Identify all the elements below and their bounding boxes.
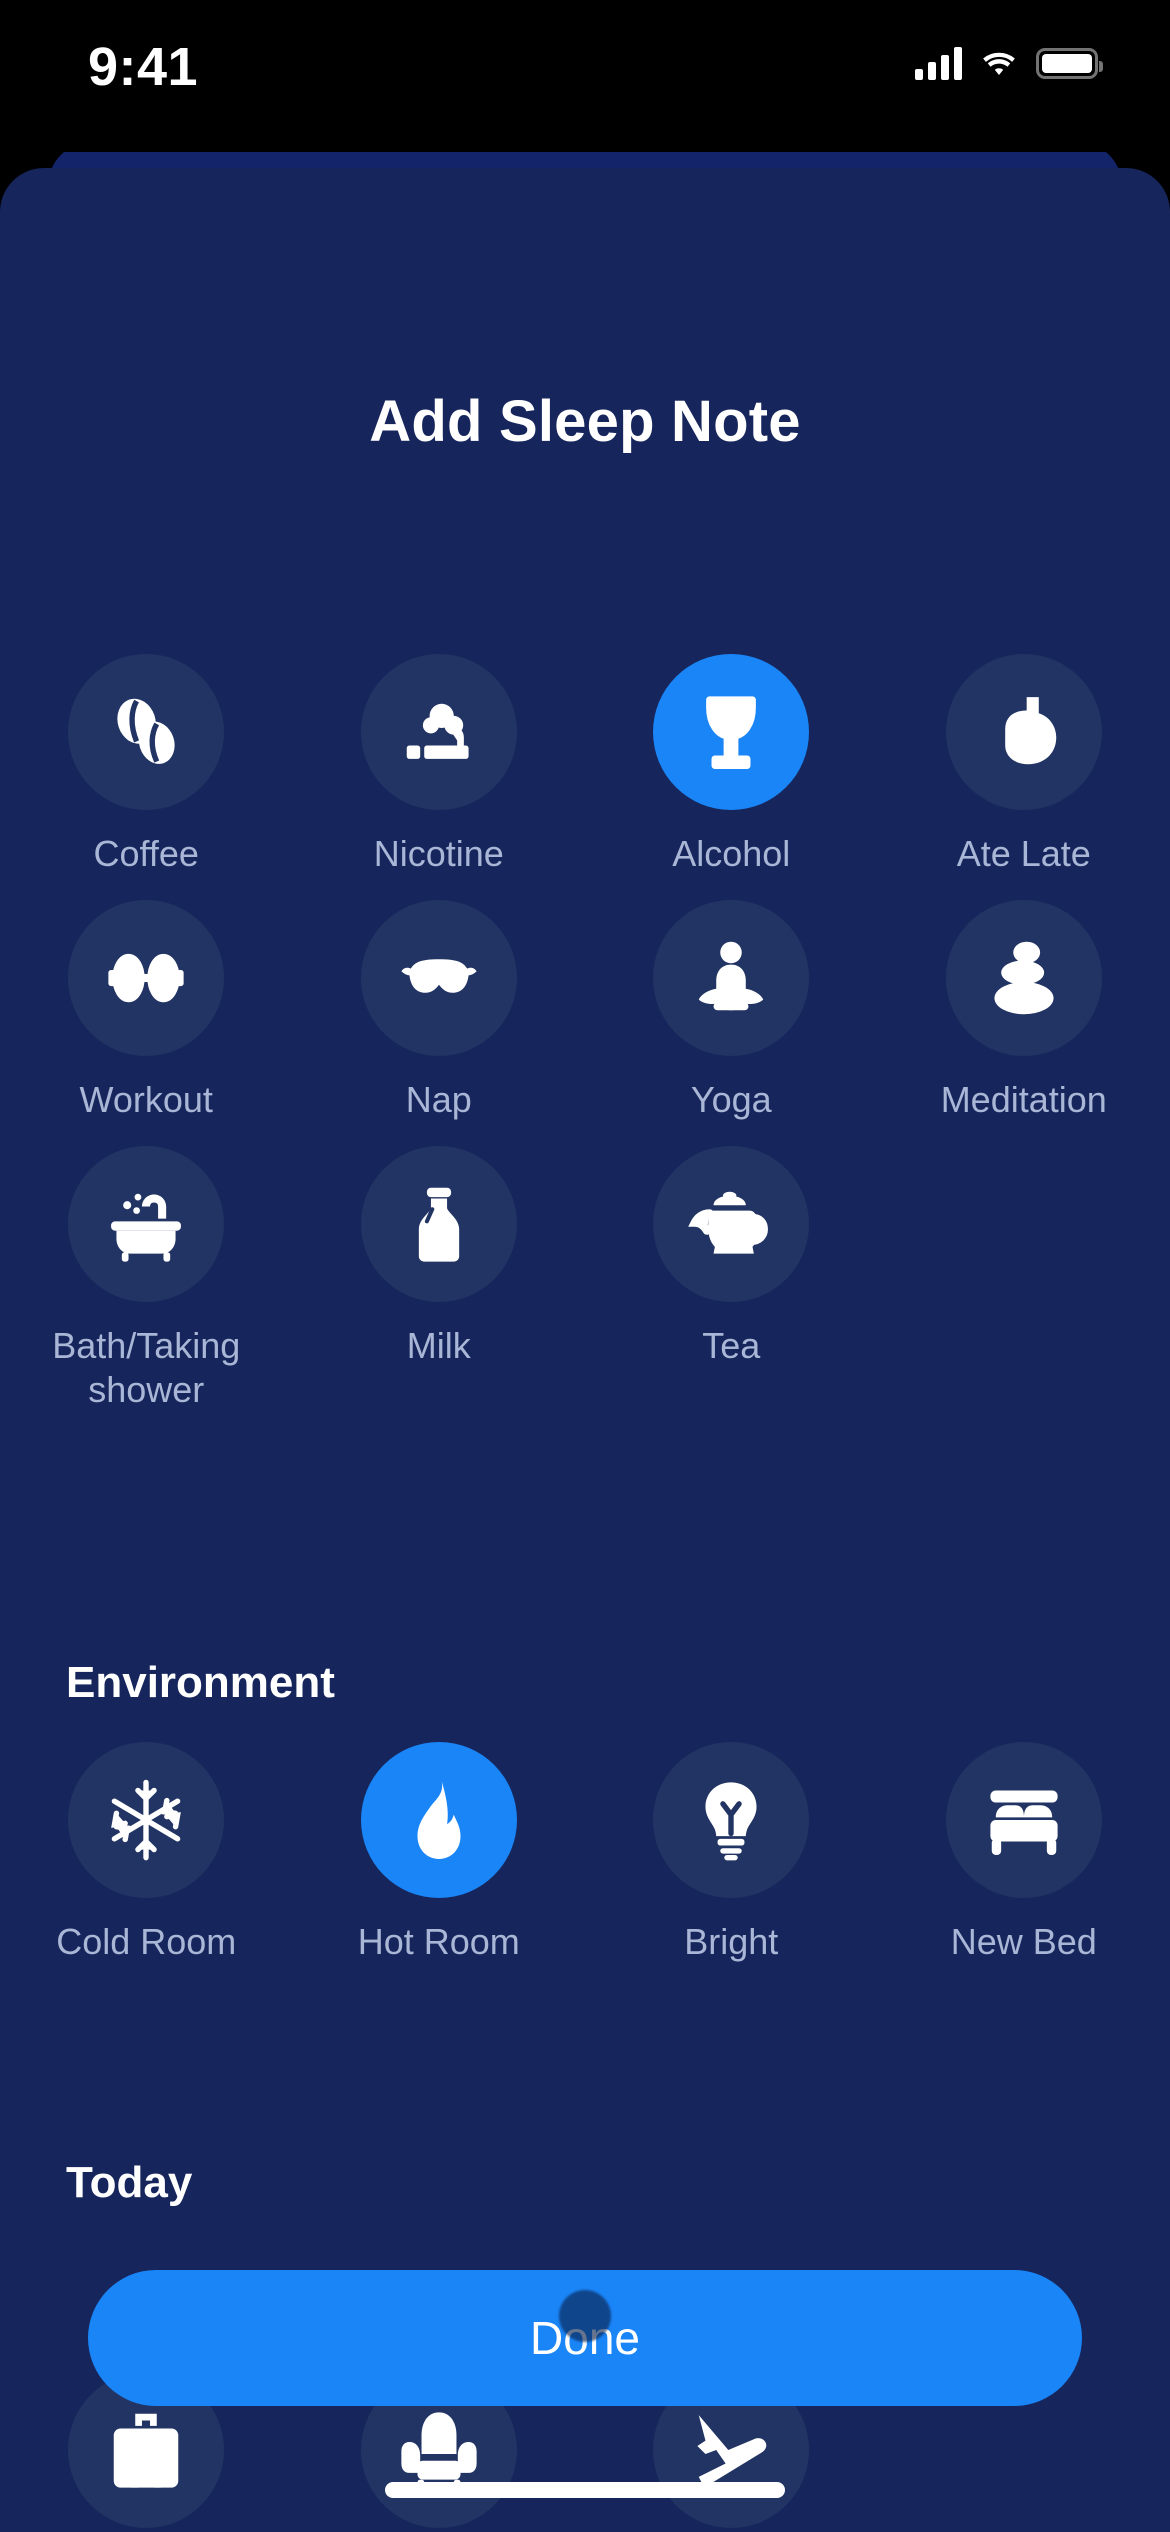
lightbulb-icon [705,1782,757,1861]
bathtub-icon [111,1193,182,1262]
environment-options-grid: Cold Room Hot Room Bright New Bed [0,1718,1170,1964]
cigarette-icon [406,703,469,759]
option-label: Nap [405,1078,472,1120]
cellular-signal-icon [915,46,962,80]
option-icon-bubble [360,1742,517,1898]
option-label: Alcohol [672,833,791,874]
airplane-icon [697,2415,767,2488]
option-milk[interactable]: Milk [293,1122,586,1412]
flame-icon [417,1781,461,1859]
suitcase-icon [114,2413,179,2488]
option-icon-bubble [653,899,810,1056]
option-nicotine[interactable]: Nicotine [293,630,586,876]
wine-glass-icon [706,696,757,769]
zen-stones-icon [994,941,1054,1015]
status-bar: 9:41 [0,0,1170,152]
option-label: Coffee [93,833,199,874]
milk-bottle-icon [418,1187,459,1262]
option-icon-bubble [653,654,810,810]
option-nap[interactable]: Nap [293,876,586,1122]
sleep-mask-icon [401,959,477,993]
option-icon-bubble [653,1742,810,1898]
option-new-bed[interactable]: New Bed [878,1718,1170,1964]
snowflake-icon [111,1779,182,1861]
option-label: Workout [79,1078,213,1120]
option-icon-bubble [68,899,225,1056]
option-icon-bubble [68,1742,225,1898]
option-label: Ate Late [956,833,1091,874]
status-bar-indicators [915,46,1103,80]
option-label: Milk [406,1324,471,1366]
home-indicator[interactable] [385,2482,785,2498]
option-yoga[interactable]: Yoga [585,876,878,1122]
stomach-icon [1004,697,1056,765]
option-bright[interactable]: Bright [585,1718,878,1964]
option-empty-slot [878,1122,1170,1412]
option-label: Cold Room [56,1921,237,1962]
armchair-icon [401,2412,477,2489]
option-icon-bubble [945,899,1102,1056]
option-label: New Bed [950,1921,1097,1962]
option-icon-bubble [68,1145,225,1302]
touch-cursor-indicator [559,2290,611,2342]
lotus-pose-icon [699,941,764,1011]
battery-icon [1036,47,1103,79]
section-title-environment: Environment [66,1658,335,1707]
phone-screen: 9:41 Add Sleep Note Coffee Nicotine Alco… [0,0,1170,2532]
option-icon-bubble [360,654,517,810]
option-ate-late[interactable]: Ate Late [878,630,1170,876]
option-icon-bubble [360,1145,517,1302]
option-bath-taking-shower[interactable]: Bath/Taking shower [0,1122,293,1412]
option-label: Nicotine [373,833,504,874]
main-options-grid: Coffee Nicotine Alcohol Ate Late Workout… [0,630,1170,1412]
option-label: Bright [684,1921,779,1962]
section-title-today: Today [66,2158,193,2207]
coffee-beans-icon [117,698,175,764]
option-alcohol[interactable]: Alcohol [585,630,878,876]
option-label: Bath/Taking shower [52,1324,241,1410]
option-hot-room[interactable]: Hot Room [293,1718,586,1964]
wifi-icon [983,52,1015,75]
bed-icon [990,1790,1058,1855]
option-icon-bubble [653,1145,810,1302]
add-sleep-note-sheet: Add Sleep Note Coffee Nicotine Alcohol A… [0,168,1170,2532]
option-icon-bubble [945,654,1102,810]
page-title: Add Sleep Note [369,389,801,454]
status-bar-time: 9:41 [88,37,199,97]
option-icon-bubble [945,1742,1102,1898]
option-icon-bubble [360,899,517,1056]
option-label: Meditation [940,1078,1107,1120]
dumbbell-icon [108,953,184,1003]
option-label: Hot Room [357,1921,520,1962]
option-meditation[interactable]: Meditation [878,876,1170,1122]
option-coffee[interactable]: Coffee [0,630,293,876]
option-cold-room[interactable]: Cold Room [0,1718,293,1964]
option-tea[interactable]: Tea [585,1122,878,1412]
option-workout[interactable]: Workout [0,876,293,1122]
option-icon-bubble [68,654,225,810]
option-label: Yoga [690,1078,772,1120]
teapot-icon [688,1191,769,1254]
option-label: Tea [702,1324,761,1366]
